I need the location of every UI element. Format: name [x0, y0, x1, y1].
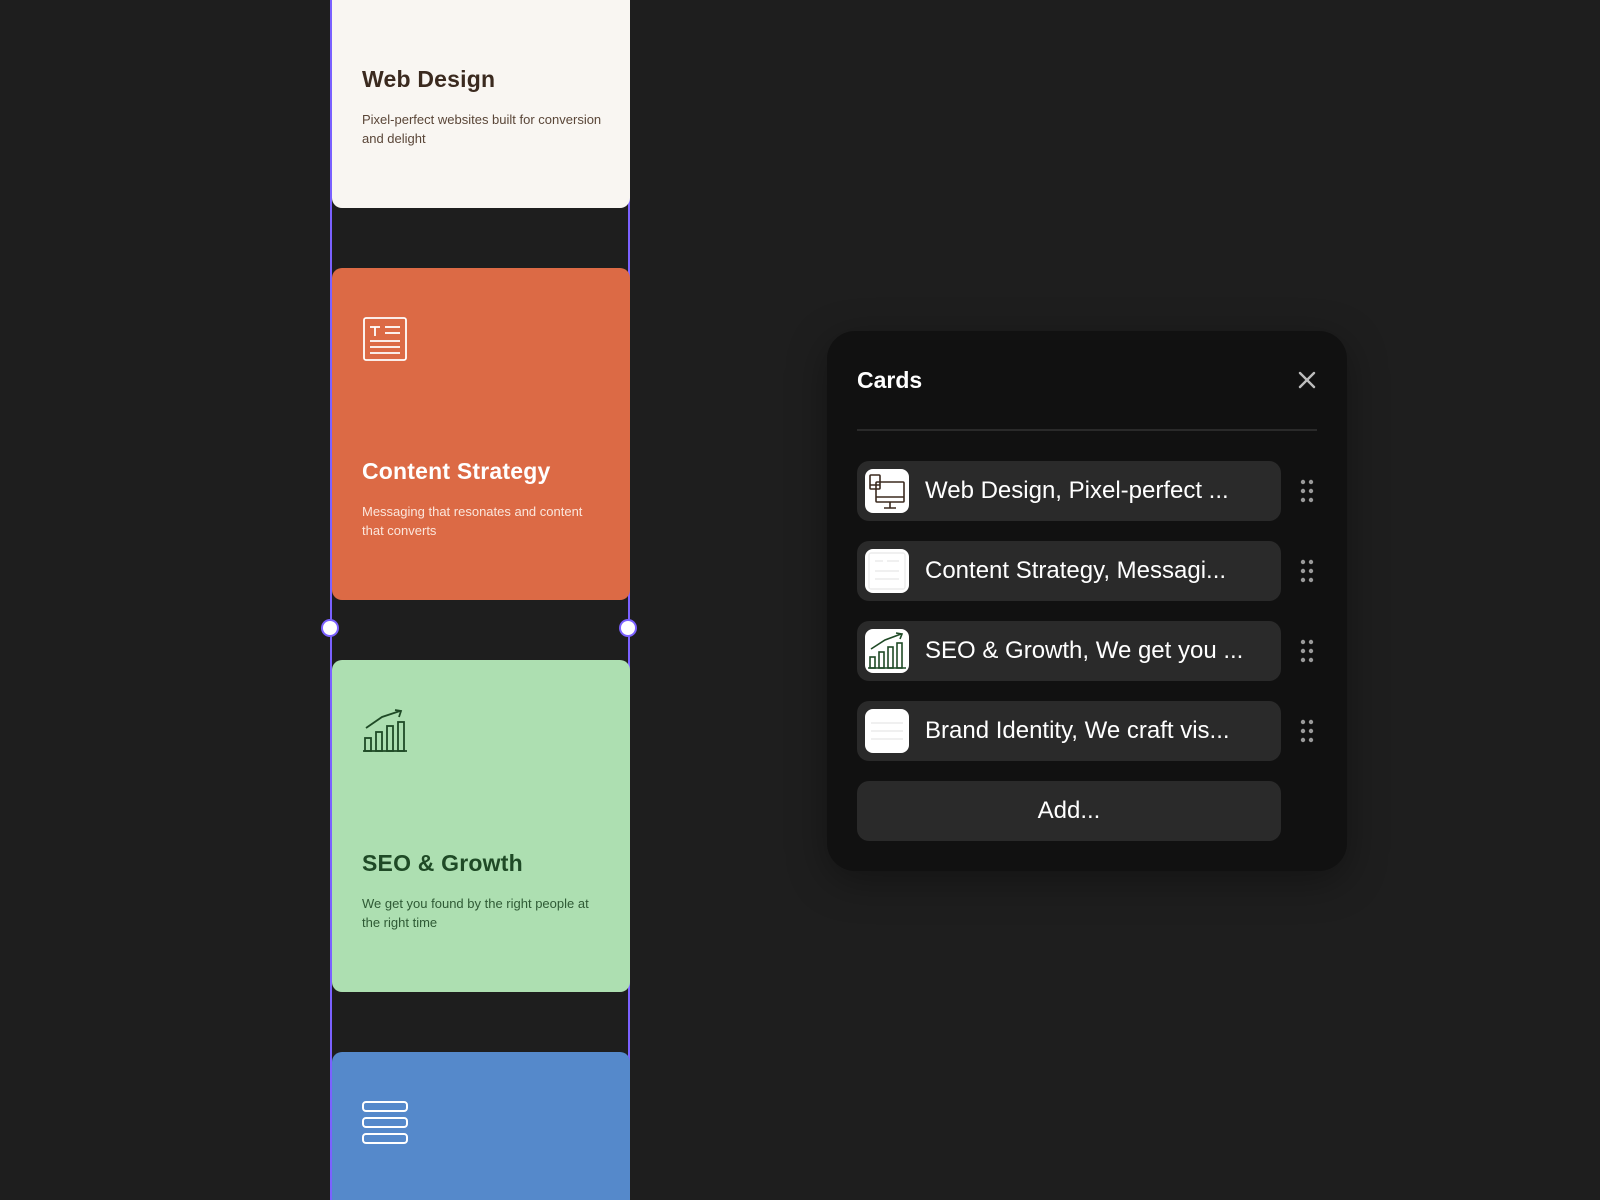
card-title: SEO & Growth	[362, 850, 523, 876]
growth-chart-icon	[868, 632, 906, 669]
card-description: We get you found by the right people at …	[362, 896, 589, 930]
text-document-icon	[868, 552, 906, 590]
card-brand-identity[interactable]	[332, 1052, 630, 1200]
stacked-layers-icon	[362, 1101, 408, 1144]
card-description: Pixel-perfect websites built for convers…	[362, 112, 602, 146]
resize-handle-left[interactable]	[323, 621, 337, 635]
card-list-item-content-strategy[interactable]: Content Strategy, Messagi...	[857, 541, 1281, 601]
thumbnail	[865, 549, 909, 593]
growth-chart-icon	[363, 709, 407, 752]
drag-handle-icon[interactable]	[1299, 639, 1315, 663]
drag-handle-icon[interactable]	[1299, 559, 1315, 583]
design-canvas: Web Design Pixel-perfect websites built …	[0, 0, 1600, 1200]
drag-handle-icon[interactable]	[1299, 719, 1315, 743]
thumbnail	[865, 709, 909, 753]
thumbnail	[865, 629, 909, 673]
card-web-design[interactable]: Web Design Pixel-perfect websites built …	[332, 0, 630, 208]
card-list-item-label: SEO & Growth, We get you ...	[925, 638, 1244, 664]
cards-panel: Cards Web Design, Pixel-perfect ... Cont…	[827, 331, 1347, 871]
card-list-item-web-design[interactable]: Web Design, Pixel-perfect ...	[857, 461, 1281, 521]
thumbnail	[865, 469, 909, 513]
card-list-item-label: Web Design, Pixel-perfect ...	[925, 478, 1229, 504]
card-list-item-label: Content Strategy, Messagi...	[925, 558, 1227, 584]
text-document-icon	[363, 317, 407, 361]
card-list-item-brand-identity[interactable]: Brand Identity, We craft vis...	[857, 701, 1281, 761]
card-content-strategy[interactable]: Content Strategy Messaging that resonate…	[332, 268, 630, 600]
add-card-button[interactable]: Add...	[857, 781, 1281, 841]
card-title: Content Strategy	[362, 458, 551, 484]
drag-handle-icon[interactable]	[1299, 479, 1315, 503]
card-list-item-seo-growth[interactable]: SEO & Growth, We get you ...	[857, 621, 1281, 681]
close-icon[interactable]	[1294, 367, 1320, 393]
card-seo-growth[interactable]: SEO & Growth We get you found by the rig…	[332, 660, 630, 992]
card-list-item-label: Brand Identity, We craft vis...	[925, 718, 1230, 744]
selected-card-stack[interactable]: Web Design Pixel-perfect websites built …	[330, 0, 630, 1200]
desktop-monitor-icon	[869, 474, 905, 509]
divider	[857, 429, 1317, 431]
resize-handle-right[interactable]	[621, 621, 635, 635]
stacked-layers-icon	[871, 722, 903, 740]
card-description: Messaging that resonates and content tha…	[362, 504, 583, 538]
card-title: Web Design	[362, 66, 496, 92]
panel-title: Cards	[857, 367, 923, 393]
